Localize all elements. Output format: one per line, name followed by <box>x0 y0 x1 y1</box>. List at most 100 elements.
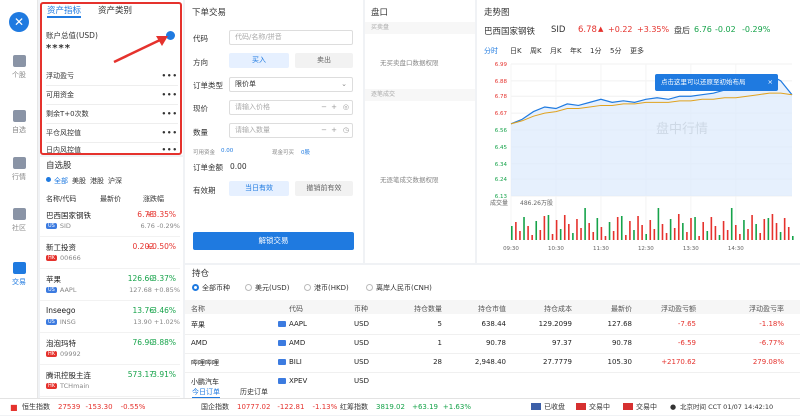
holdings-cell-mv: 90.78 <box>485 339 506 347</box>
watchlist-row[interactable]: 腾讯控股主连 HK TCHmain 573.17 -3.91% <box>40 366 180 397</box>
timeframe-tab[interactable]: 月K <box>550 46 562 56</box>
plus-icon[interactable]: + <box>331 101 337 114</box>
highlight-box <box>40 2 182 155</box>
holdings-header-cell[interactable]: 币种 <box>354 304 368 314</box>
after-hours-label: 盘后 <box>674 26 690 35</box>
nav-item-watchlist[interactable]: 自选 <box>0 110 38 135</box>
y-tick-label: 6.56 <box>495 128 508 134</box>
volume-bar <box>543 216 546 240</box>
holdings-title: 持仓 <box>192 269 210 279</box>
currency-filter[interactable]: 美元(USD) <box>255 283 289 293</box>
watchlist-code-text: INSG <box>59 318 76 326</box>
nav-item-stock[interactable]: 个股 <box>0 55 38 80</box>
watchlist-filter-all[interactable]: 全部 <box>54 176 68 186</box>
index-name[interactable]: 红筹指数 <box>340 399 368 416</box>
timeframe-tab[interactable]: 日K <box>510 46 522 56</box>
nav-item-community[interactable]: 社区 <box>0 208 38 233</box>
volume-bar <box>783 218 786 240</box>
timeframe-tab[interactable]: 更多 <box>630 46 644 56</box>
nav-item-market[interactable]: 行情 <box>0 157 38 182</box>
unlock-trade-button[interactable]: 解锁交易 <box>193 232 354 250</box>
watchlist-row[interactable]: Inseego US INSG 13.76 -3.46% 13.90 +1.02% <box>40 302 180 333</box>
index-name[interactable]: 国企指数 <box>201 399 229 416</box>
sell-button[interactable]: 卖出 <box>295 53 353 68</box>
watchlist-code: HK TCHmain <box>46 382 89 390</box>
code-input[interactable]: 代码/名称/拼音 <box>229 30 353 45</box>
watchlist-filter-cn[interactable]: 沪深 <box>108 176 122 186</box>
watchlist-row[interactable]: 苹果 US AAPL 126.60 -3.37% 127.68 +0.85% <box>40 270 180 301</box>
watchlist-row[interactable]: 新工投资 HK 00666 0.202 +0.50% <box>40 238 180 269</box>
holdings-cell-mv: 638.44 <box>481 320 507 328</box>
watchlist-filter-us[interactable]: 美股 <box>72 176 86 186</box>
volume-bar <box>714 226 717 240</box>
radio-icon[interactable] <box>192 284 199 291</box>
index-name[interactable]: 恒生指数 <box>22 399 50 416</box>
timeframe-tab[interactable]: 分时 <box>484 46 498 56</box>
timeframe-tab[interactable]: 1分 <box>590 46 601 56</box>
index-pct: -1.13% <box>312 403 338 411</box>
volume-bar <box>702 222 705 240</box>
timeframe-tab[interactable]: 5分 <box>610 46 621 56</box>
close-icon[interactable]: × <box>768 74 773 91</box>
target-icon[interactable]: ◎ <box>343 101 349 114</box>
plus-icon[interactable]: + <box>331 124 337 137</box>
volume-bar <box>576 219 578 240</box>
minus-icon[interactable]: − <box>321 124 327 137</box>
currency-filter[interactable]: 港币(HKD) <box>314 283 349 293</box>
hk-market-status: 交易中 <box>589 403 610 411</box>
reset-layout-tooltip[interactable]: 点击这里可以还原至初始布局 × <box>655 74 778 91</box>
watchlist-filter-hk[interactable]: 港股 <box>90 176 104 186</box>
holdings-header-cell[interactable]: 最新价 <box>584 304 632 314</box>
validity-gtc-button[interactable]: 撤销前有效 <box>295 181 353 196</box>
order-type-select[interactable]: 限价单 ⌄ <box>229 77 353 92</box>
qty-input[interactable]: 请输入数量 − + ◷ <box>229 123 353 138</box>
timeframe-tab[interactable]: 周K <box>530 46 542 56</box>
volume-bar <box>580 228 582 240</box>
watchlist-row[interactable]: 巴西国家钢铁 US SID 6.78 +3.35% 6.76 -0.29% <box>40 206 180 237</box>
tab-today-orders[interactable]: 今日订单 <box>192 387 220 398</box>
currency-filter[interactable]: 全部币种 <box>202 283 230 293</box>
stock-code: SID <box>551 25 566 35</box>
cn-market-status: 交易中 <box>636 403 657 411</box>
app-logo-icon[interactable]: ✕ <box>9 12 29 32</box>
holdings-cell-code: BILI <box>289 358 302 366</box>
radio-icon[interactable] <box>304 284 311 291</box>
clock-icon[interactable]: ◷ <box>343 124 349 137</box>
watchlist-header-change[interactable]: 涨跌幅 <box>143 194 164 204</box>
holdings-header-cell[interactable]: 浮动盈亏率 <box>708 304 784 314</box>
minus-icon[interactable]: − <box>321 101 327 114</box>
available-cash-value: 0.00 <box>221 148 234 154</box>
order-type-label: 订单类型 <box>193 81 223 90</box>
volume-bar <box>673 228 676 240</box>
holdings-header-cell[interactable]: 持仓成本 <box>520 304 572 314</box>
volume-bar <box>747 229 749 240</box>
tab-history-orders[interactable]: 历史订单 <box>240 387 268 397</box>
nav-item-trade[interactable]: 交易 <box>0 262 38 287</box>
volume-bar <box>625 235 627 240</box>
price-input[interactable]: 请输入价格 − + ◎ <box>229 100 353 115</box>
watchlist-change-pct: -3.46% <box>149 306 176 315</box>
watchlist-header-price[interactable]: 最新价 <box>100 194 121 204</box>
holdings-header-cell[interactable]: 浮动盈亏额 <box>636 304 696 314</box>
watchlist-change-pct: -3.88% <box>149 338 176 347</box>
holdings-header-cell[interactable]: 名称 <box>191 304 205 314</box>
order-title: 下单交易 <box>192 8 227 18</box>
watchlist-row[interactable]: 泡泡玛特 HK 09992 76.90 -3.88% <box>40 334 180 365</box>
buy-button[interactable]: 买入 <box>229 53 289 68</box>
radio-icon[interactable] <box>366 284 373 291</box>
currency-filter[interactable]: 离岸人民币(CNH) <box>376 283 432 293</box>
validity-day-button[interactable]: 当日有效 <box>229 181 289 196</box>
holdings-cell-cost: 129.2099 <box>538 320 572 328</box>
volume-bar <box>568 224 570 240</box>
volume-value: 486.26万股 <box>520 200 553 207</box>
holdings-header-cell[interactable]: 持仓市值 <box>466 304 506 314</box>
radio-icon[interactable] <box>245 284 252 291</box>
volume-bar <box>645 234 647 240</box>
volume-bar <box>763 219 766 240</box>
timeframe-tab[interactable]: 年K <box>570 46 582 56</box>
holdings-header-cell[interactable]: 持仓数量 <box>404 304 442 314</box>
holdings-header-cell[interactable]: 代码 <box>289 304 303 314</box>
volume-bar <box>706 231 709 240</box>
volume-bar <box>775 223 778 240</box>
volume-bar <box>584 208 586 240</box>
